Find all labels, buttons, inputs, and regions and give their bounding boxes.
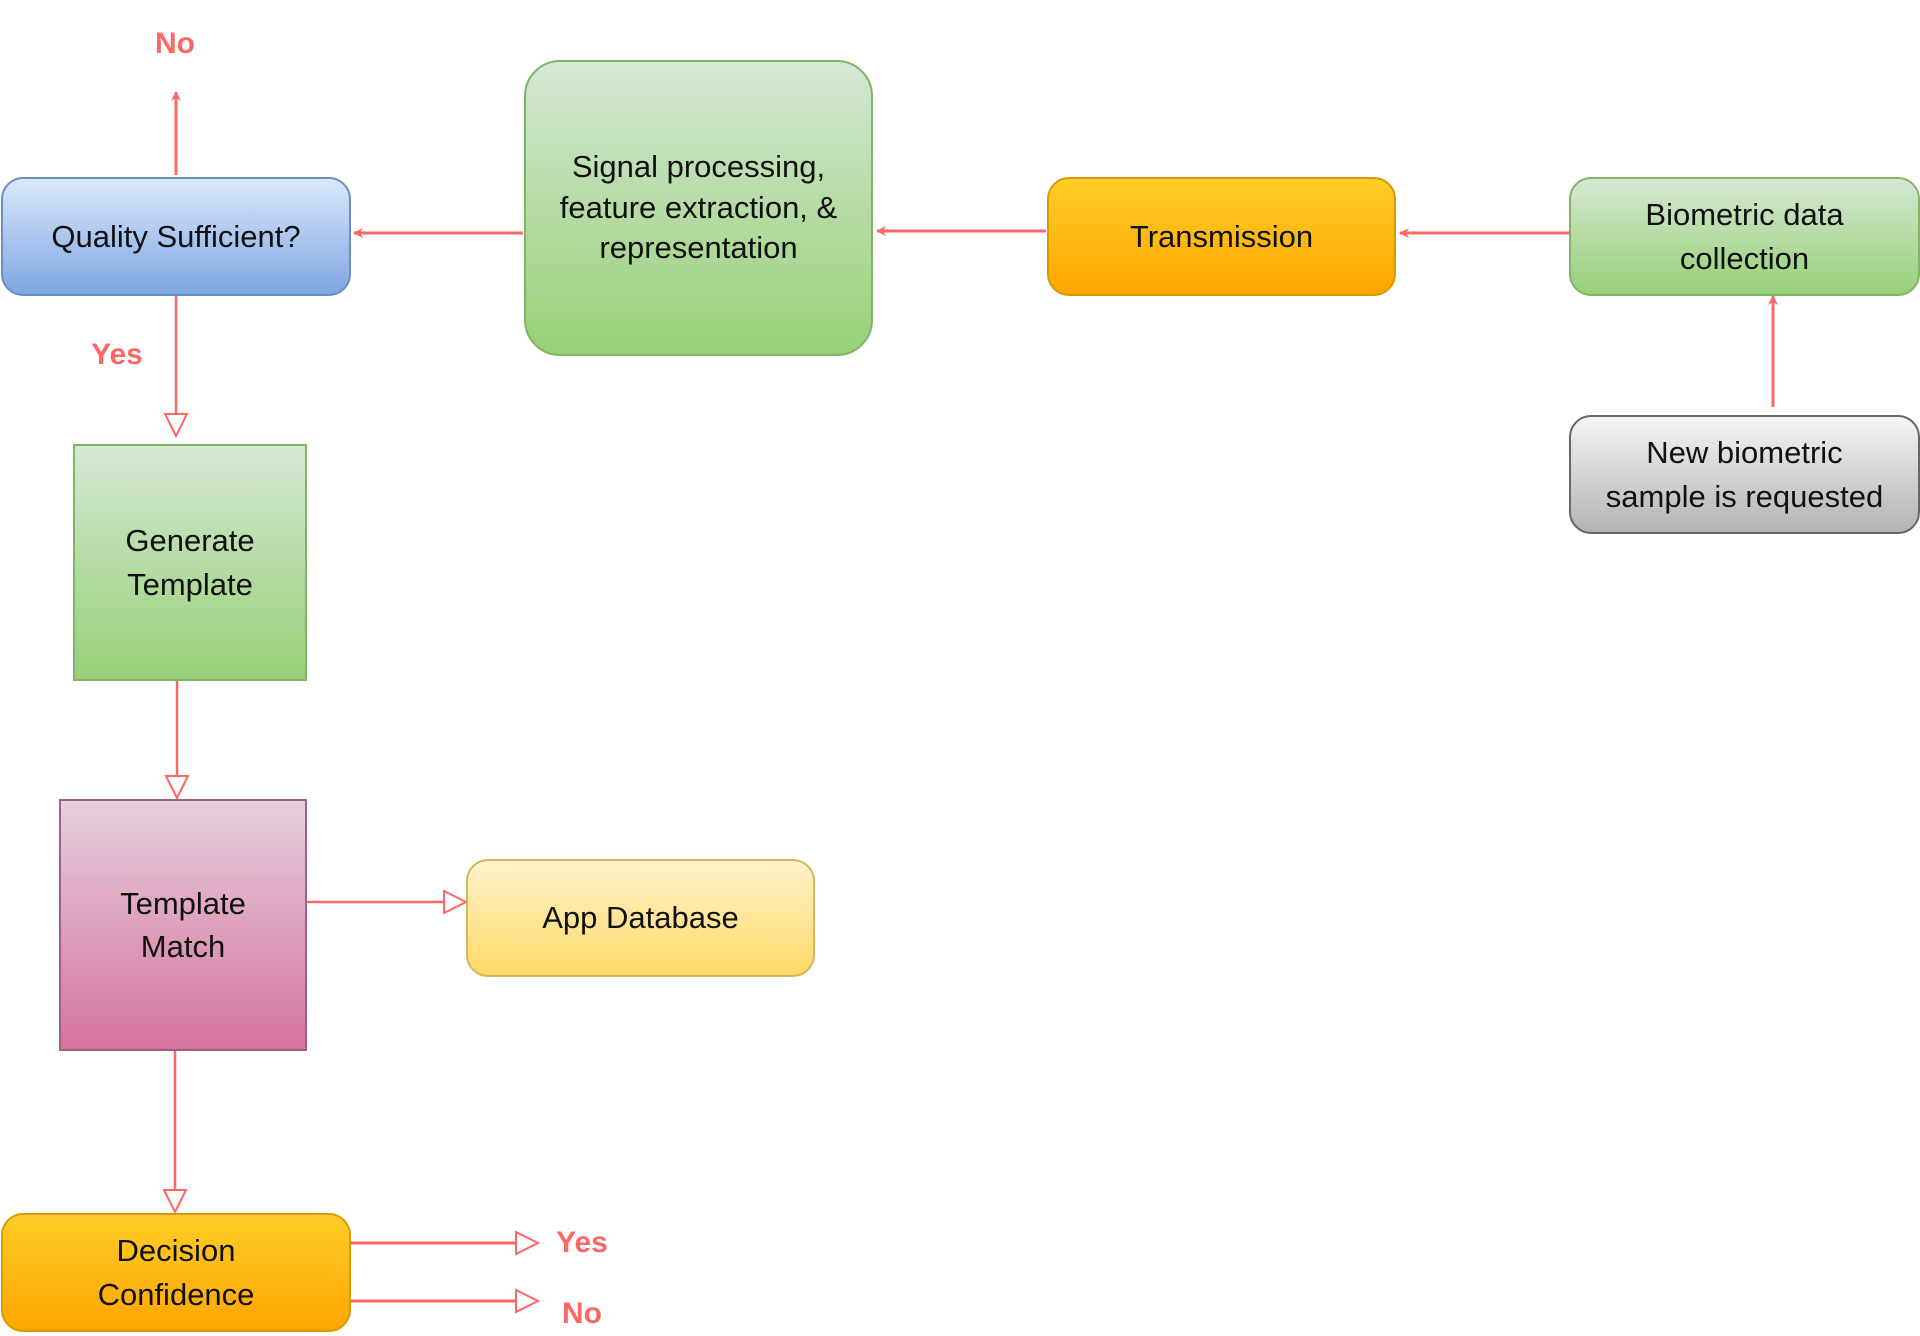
node-biometric-collection[interactable]: Biometric data collection	[1569, 177, 1920, 296]
node-app-database[interactable]: App Database	[466, 859, 815, 977]
node-signal-processing[interactable]: Signal processing, feature extraction, &…	[524, 60, 873, 356]
node-quality-sufficient[interactable]: Quality Sufficient?	[1, 177, 351, 296]
node-template-match[interactable]: Template Match	[59, 799, 307, 1051]
label-decision-no: No	[562, 1297, 602, 1330]
label-quality-yes: Yes	[91, 338, 143, 371]
node-new-sample-request[interactable]: New biometric sample is requested	[1569, 415, 1920, 534]
flowchart-canvas: Quality Sufficient? Signal processing, f…	[0, 0, 1920, 1336]
label-quality-no: No	[155, 27, 195, 60]
node-transmission[interactable]: Transmission	[1047, 177, 1396, 296]
label-decision-yes: Yes	[556, 1226, 608, 1259]
node-generate-template[interactable]: Generate Template	[73, 444, 307, 681]
node-decision-confidence[interactable]: Decision Confidence	[1, 1213, 351, 1332]
